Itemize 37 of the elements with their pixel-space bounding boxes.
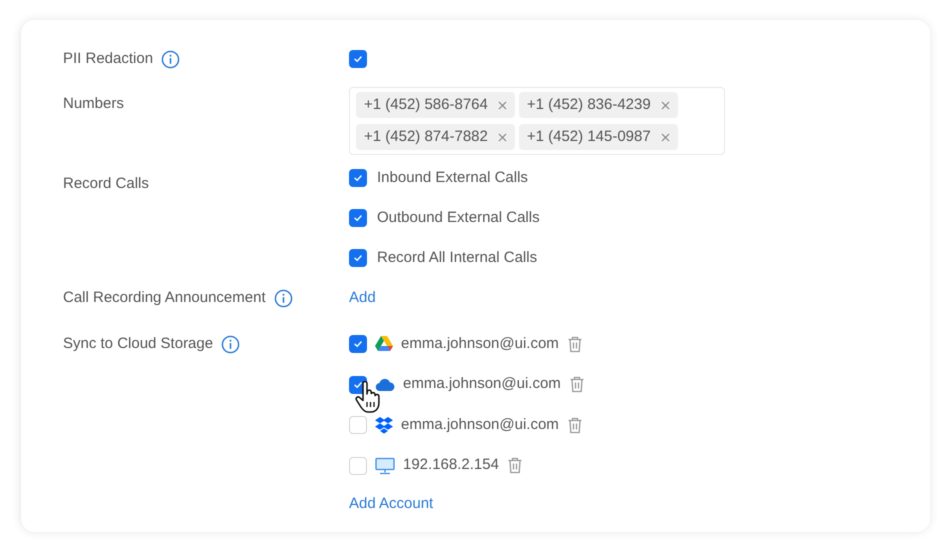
- delete-icon[interactable]: [506, 457, 523, 474]
- cloud-icon: [375, 378, 395, 391]
- delete-icon[interactable]: [566, 416, 583, 434]
- checkbox[interactable]: [349, 416, 367, 434]
- checkbox[interactable]: [349, 249, 367, 267]
- account-name: emma.johnson@ui.com: [403, 374, 561, 394]
- monitor-icon: [375, 456, 395, 474]
- checkbox[interactable]: [349, 335, 367, 353]
- delete-icon[interactable]: [566, 336, 583, 352]
- tag-text: +1 (452) 836-4239: [526, 94, 651, 115]
- add-account-link[interactable]: Add Account: [349, 492, 585, 516]
- account-name: 192.168.2.154: [403, 455, 499, 476]
- checkbox[interactable]: [349, 50, 367, 68]
- account-name: emma.johnson@ui.com: [401, 414, 559, 435]
- info-icon[interactable]: [221, 334, 240, 354]
- checkbox[interactable]: [349, 169, 367, 187]
- numbers-field[interactable]: +1 (452) 586-8764 +1 (452) 836-4239 +1 (452) 874-7882 +1 (452) 145-0987: [349, 87, 725, 155]
- dropbox-icon: [375, 416, 393, 434]
- tag-text: +1 (452) 874-7882: [364, 126, 488, 147]
- setting-label: Numbers: [63, 94, 124, 114]
- account-name: emma.johnson@ui.com: [401, 334, 559, 354]
- drive-icon: [375, 336, 393, 352]
- tag-text: +1 (452) 586-8764: [364, 94, 488, 115]
- option-label: Record All Internal Calls: [377, 248, 538, 268]
- checkbox[interactable]: [349, 209, 367, 227]
- delete-icon[interactable]: [568, 376, 585, 393]
- option-label: Inbound External Calls: [377, 168, 528, 188]
- checkbox[interactable]: [349, 456, 367, 474]
- info-icon[interactable]: [161, 50, 180, 68]
- setting-label: PII Redaction: [63, 49, 154, 69]
- setting-label: Sync to Cloud Storage: [63, 334, 214, 354]
- info-icon[interactable]: [274, 288, 293, 308]
- tag-text: +1 (452) 145-0987: [526, 126, 651, 147]
- setting-label: Record Calls: [63, 174, 149, 194]
- add-link[interactable]: Add: [349, 286, 376, 310]
- option-label: Outbound External Calls: [377, 208, 540, 228]
- setting-label: Call Recording Announcement: [63, 288, 266, 308]
